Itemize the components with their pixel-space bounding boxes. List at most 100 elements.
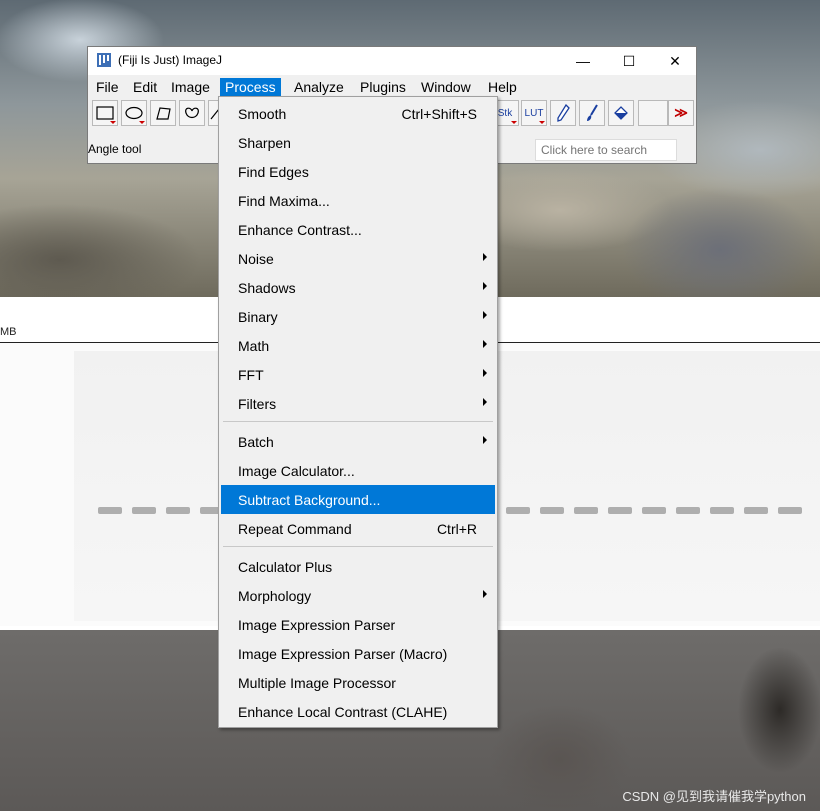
brush-tool[interactable]: [579, 100, 605, 126]
minimize-icon: —: [576, 53, 590, 69]
menu-item-calculator-plus[interactable]: Calculator Plus: [221, 552, 495, 581]
process-menu-dropdown: Smooth Ctrl+Shift+S Sharpen Find Edges F…: [218, 96, 498, 728]
maximize-icon: ☐: [622, 52, 636, 69]
submenu-arrow-icon: [483, 590, 487, 598]
menu-item-label: Find Maxima...: [238, 193, 330, 209]
menu-item-repeat-command[interactable]: Repeat Command Ctrl+R: [221, 514, 495, 543]
menu-item-label: Sharpen: [238, 135, 291, 151]
rectangle-tool-icon: [96, 106, 114, 120]
gel-band: [540, 507, 564, 514]
maximize-button[interactable]: ☐: [606, 47, 652, 75]
menu-item-label: Filters: [238, 396, 277, 412]
search-input[interactable]: [535, 139, 677, 161]
menu-separator: [223, 421, 493, 422]
menu-item-noise[interactable]: Noise: [221, 244, 495, 273]
menu-item-label: Image Expression Parser (Macro): [238, 646, 448, 662]
menu-item-shortcut: Ctrl+R: [436, 521, 477, 537]
flood-fill-tool[interactable]: [608, 100, 634, 126]
menu-item-multiple-image-processor[interactable]: Multiple Image Processor: [221, 668, 495, 697]
menu-plugins[interactable]: Plugins: [355, 78, 411, 97]
menu-item-filters[interactable]: Filters: [221, 389, 495, 418]
menu-item-label: Morphology: [238, 588, 312, 604]
menu-item-fft[interactable]: FFT: [221, 360, 495, 389]
menu-item-shadows[interactable]: Shadows: [221, 273, 495, 302]
gel-band: [608, 507, 632, 514]
menu-item-sharpen[interactable]: Sharpen: [221, 128, 495, 157]
more-tools-icon: ≫: [674, 105, 688, 120]
gel-band: [778, 507, 802, 514]
menu-process[interactable]: Process: [220, 78, 281, 97]
menu-item-label: Shadows: [238, 280, 296, 296]
status-bar-text: Angle tool: [88, 142, 142, 156]
tool-options-marker: [139, 121, 145, 124]
gel-band: [642, 507, 666, 514]
menu-item-morphology[interactable]: Morphology: [221, 581, 495, 610]
menu-item-label: Calculator Plus: [238, 559, 333, 575]
menu-separator: [223, 546, 493, 547]
menu-edit[interactable]: Edit: [128, 78, 162, 97]
oval-tool-icon: [125, 106, 143, 120]
tool-options-marker: [110, 121, 116, 124]
menu-item-enhance-contrast[interactable]: Enhance Contrast...: [221, 215, 495, 244]
submenu-arrow-icon: [483, 311, 487, 319]
menu-item-label: Multiple Image Processor: [238, 675, 396, 691]
title-bar[interactable]: (Fiji Is Just) ImageJ — ☐ ✕: [88, 47, 696, 75]
menu-item-math[interactable]: Math: [221, 331, 495, 360]
menu-analyze[interactable]: Analyze: [289, 78, 349, 97]
menu-window[interactable]: Window: [416, 78, 476, 97]
stacks-tool-icon: Stk: [497, 107, 513, 119]
menu-item-image-expression-parser-macro[interactable]: Image Expression Parser (Macro): [221, 639, 495, 668]
menu-image[interactable]: Image: [166, 78, 215, 97]
submenu-arrow-icon: [483, 282, 487, 290]
submenu-arrow-icon: [483, 436, 487, 444]
menu-item-smooth[interactable]: Smooth Ctrl+Shift+S: [221, 99, 495, 128]
menu-item-image-expression-parser[interactable]: Image Expression Parser: [221, 610, 495, 639]
menu-item-shortcut: Ctrl+Shift+S: [401, 106, 477, 122]
gel-band: [98, 507, 122, 514]
menu-item-batch[interactable]: Batch: [221, 427, 495, 456]
menu-item-label: Repeat Command: [238, 521, 352, 537]
rectangle-tool[interactable]: [92, 100, 118, 126]
freehand-tool[interactable]: [179, 100, 205, 126]
menu-item-label: FFT: [238, 367, 264, 383]
menu-item-subtract-background[interactable]: Subtract Background...: [221, 485, 495, 514]
image-size-label: MB: [0, 326, 17, 338]
menu-item-binary[interactable]: Binary: [221, 302, 495, 331]
oval-tool[interactable]: [121, 100, 147, 126]
menu-item-label: Image Expression Parser: [238, 617, 396, 633]
submenu-arrow-icon: [483, 369, 487, 377]
menu-item-label: Noise: [238, 251, 274, 267]
lut-tool[interactable]: LUT: [521, 100, 547, 126]
menu-item-label: Math: [238, 338, 270, 354]
menu-item-find-edges[interactable]: Find Edges: [221, 157, 495, 186]
menu-item-label: Find Edges: [238, 164, 309, 180]
brush-tool-icon: [587, 104, 598, 121]
menu-help[interactable]: Help: [483, 78, 522, 97]
polygon-tool[interactable]: [150, 100, 176, 126]
menu-item-enhance-local-contrast[interactable]: Enhance Local Contrast (CLAHE): [221, 697, 495, 726]
minimize-button[interactable]: —: [560, 47, 606, 75]
menu-item-label: Smooth: [238, 106, 287, 122]
close-button[interactable]: ✕: [652, 47, 698, 75]
gel-band: [710, 507, 734, 514]
menu-item-label: Enhance Contrast...: [238, 222, 362, 238]
menu-file[interactable]: File: [91, 78, 124, 97]
menu-item-find-maxima[interactable]: Find Maxima...: [221, 186, 495, 215]
close-icon: ✕: [669, 52, 681, 69]
submenu-arrow-icon: [483, 398, 487, 406]
window-title: (Fiji Is Just) ImageJ: [118, 53, 223, 67]
gel-band: [574, 507, 598, 514]
tool-options-marker: [511, 121, 517, 124]
gel-band: [132, 507, 156, 514]
menu-item-label: Enhance Local Contrast (CLAHE): [238, 704, 448, 720]
freehand-tool-icon: [185, 107, 199, 119]
empty-tool-slot[interactable]: [638, 100, 668, 126]
polygon-tool-icon: [156, 107, 171, 120]
menu-item-image-calculator[interactable]: Image Calculator...: [221, 456, 495, 485]
menu-bar: File Edit Image Process Analyze Plugins …: [88, 75, 696, 97]
pencil-tool[interactable]: [550, 100, 576, 126]
gel-band: [506, 507, 530, 514]
fiji-app-icon: [97, 53, 111, 67]
gel-band: [166, 507, 190, 514]
more-tools-button[interactable]: ≫: [668, 100, 694, 126]
